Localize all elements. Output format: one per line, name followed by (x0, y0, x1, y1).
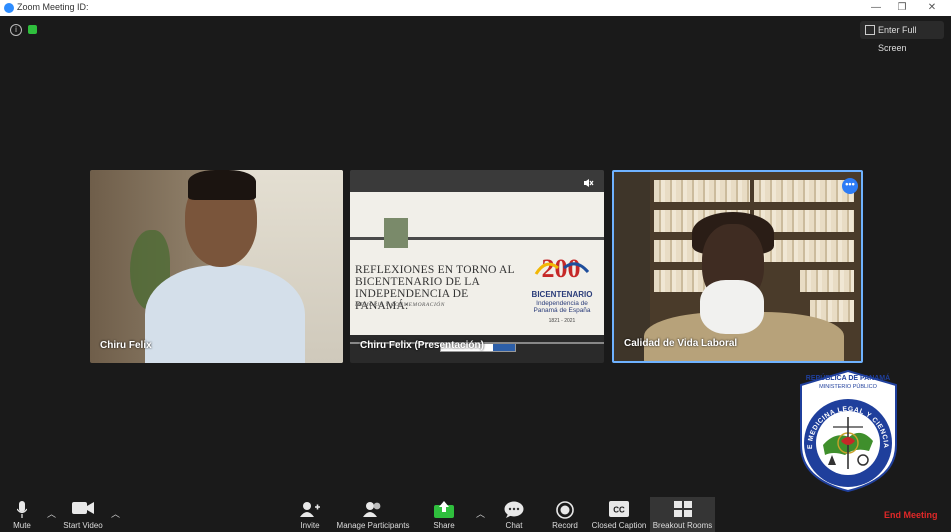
slide-subtitle: MEMORIA Y CONMEMORACIÓN (355, 302, 445, 308)
audio-options-caret-icon[interactable]: ︿ (47, 507, 56, 520)
speaker-face-mask (700, 280, 764, 334)
manage-participants-label: Manage Participants (336, 521, 410, 530)
bicentenario-logo-number: 200 (542, 254, 581, 282)
meeting-toolbar: Mute ︿ Start Video ︿ Invite Manage Parti… (0, 497, 951, 532)
zoom-logo-icon (4, 3, 14, 13)
presentation-top-bar (350, 170, 604, 192)
bicentenario-years: 1821 - 2021 (548, 318, 576, 324)
presentation-name-label: Chiru Felix (Presentación) (360, 340, 484, 351)
more-options-icon[interactable]: ••• (842, 178, 858, 194)
invite-label: Invite (300, 521, 320, 530)
microphone-icon (17, 501, 27, 518)
video-camera-icon (72, 502, 94, 514)
breakout-rooms-button[interactable]: Breakout Rooms (650, 497, 715, 532)
chat-button[interactable]: Chat (500, 497, 528, 532)
add-person-icon (300, 502, 320, 517)
participant-name-label: Chiru Felix (100, 340, 152, 351)
minimize-button[interactable]: — (866, 1, 886, 15)
breakout-rooms-label: Breakout Rooms (652, 521, 713, 530)
closed-caption-label: Closed Caption (591, 521, 647, 530)
slide-ribbon (384, 218, 408, 248)
manage-participants-button[interactable]: Manage Participants (334, 497, 412, 532)
invite-button[interactable]: Invite (293, 497, 327, 532)
shared-slide: REFLEXIONES EN TORNO AL BICENTENARIO DE … (350, 192, 604, 352)
share-screen-icon (434, 501, 454, 518)
close-button[interactable]: ✕ (922, 1, 942, 15)
share-options-caret-icon[interactable]: ︿ (476, 507, 485, 520)
start-video-label: Start Video (63, 521, 103, 530)
title-bar: Zoom Meeting ID: — ❐ ✕ (0, 0, 951, 16)
encryption-lock-icon[interactable] (28, 25, 37, 34)
muted-audio-icon (584, 179, 594, 187)
enter-full-screen-button[interactable]: Enter Full Screen (860, 21, 944, 53)
bicentenario-subtitle: Independencia de Panamá de España (533, 300, 591, 314)
restore-button[interactable]: ❐ (892, 1, 912, 15)
closed-caption-icon-text: CC (613, 506, 625, 515)
share-label: Share (433, 521, 455, 530)
bicentenario-brand: BICENTENARIO (531, 290, 593, 299)
instituto-medicina-legal-seal: REPÚBLICA DE PANAMÁ MINISTERIO PÚBLICO I… (797, 367, 897, 493)
record-label: Record (552, 521, 578, 530)
participant-body (145, 265, 305, 363)
closed-caption-button[interactable]: CC Closed Caption (590, 497, 648, 532)
video-tile-participant-1[interactable]: Chiru Felix (90, 170, 343, 363)
participant-hair (188, 170, 256, 200)
bicentenario-logo-icon: 200 (534, 254, 590, 282)
fullscreen-icon (865, 25, 875, 35)
closed-caption-icon: CC (609, 501, 629, 517)
mute-label: Mute (13, 521, 31, 530)
window-title: Zoom Meeting ID: (17, 2, 89, 12)
svg-text:MINISTERIO PÚBLICO: MINISTERIO PÚBLICO (819, 383, 877, 390)
fullscreen-label: Enter Full Screen (878, 25, 917, 53)
participants-icon (363, 502, 381, 517)
mute-button[interactable]: Mute (4, 497, 40, 532)
svg-text:REPÚBLICA DE PANAMÁ: REPÚBLICA DE PANAMÁ (806, 373, 890, 382)
start-video-button[interactable]: Start Video (58, 497, 108, 532)
video-options-caret-icon[interactable]: ︿ (111, 507, 120, 520)
chat-label: Chat (505, 521, 523, 530)
chat-bubble-icon (504, 501, 524, 518)
breakout-rooms-icon (673, 501, 692, 517)
record-icon (556, 501, 574, 519)
video-tile-presentation[interactable]: REFLEXIONES EN TORNO AL BICENTENARIO DE … (350, 170, 604, 363)
speaker-name-label: Calidad de Vida Laboral (624, 338, 738, 349)
meeting-info-icon[interactable]: i (10, 24, 22, 36)
share-button[interactable]: Share (428, 497, 460, 532)
video-tile-active-speaker[interactable]: ••• Calidad de Vida Laboral (612, 170, 863, 363)
end-meeting-button[interactable]: End Meeting (884, 510, 938, 520)
record-button[interactable]: Record (549, 497, 581, 532)
